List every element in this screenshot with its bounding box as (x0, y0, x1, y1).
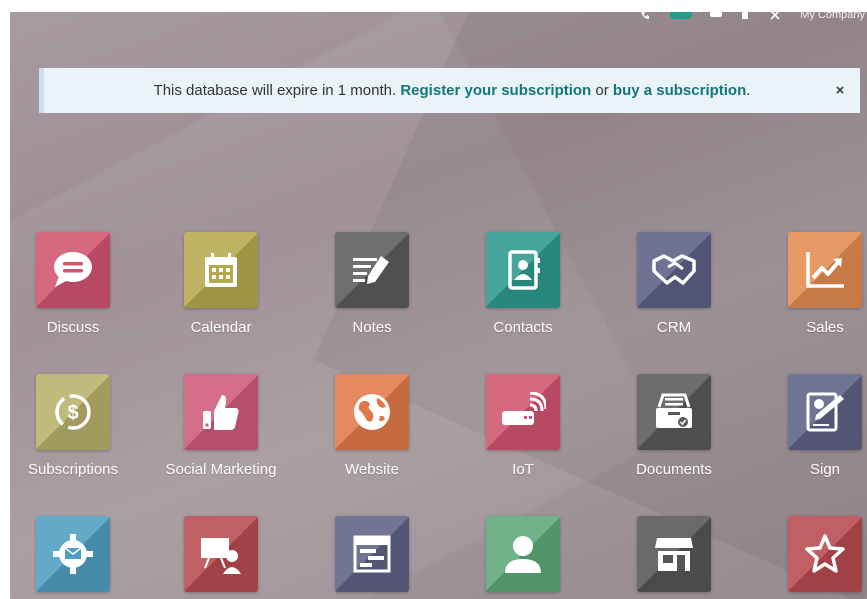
presentation-icon (201, 538, 241, 574)
app-tile[interactable] (36, 516, 110, 592)
iot-device-icon (502, 392, 546, 425)
app-calendar[interactable]: Calendar (151, 232, 291, 336)
handshake-icon (652, 254, 696, 285)
app-label: Social Marketing (165, 461, 277, 478)
close-banner-button[interactable]: × (820, 82, 860, 99)
app-tile[interactable] (788, 374, 862, 450)
expiration-banner: This database will expire in 1 month. Re… (39, 68, 860, 113)
app-label: Sales (806, 319, 844, 336)
app-appraisals[interactable] (755, 516, 867, 592)
clock-icon[interactable] (740, 12, 752, 20)
spreadsheet-icon (353, 535, 391, 573)
dollar-cycle-icon: $ (55, 394, 91, 430)
app-tile[interactable] (36, 232, 110, 308)
svg-text:$: $ (67, 402, 78, 424)
expiration-text: This database will expire in 1 month. (153, 82, 401, 99)
file-drawer-icon (656, 393, 692, 428)
app-label: Website (345, 461, 399, 478)
app-label: Notes (352, 319, 392, 336)
app-sign[interactable]: Sign (755, 374, 867, 478)
app-tile[interactable] (184, 374, 258, 450)
app-tile[interactable] (335, 232, 409, 308)
app-email-marketing[interactable] (10, 516, 143, 592)
app-sales[interactable]: Sales (755, 232, 867, 336)
app-documents[interactable]: Documents (604, 374, 744, 478)
app-label: Subscriptions (27, 461, 119, 478)
trend-chart-icon (806, 252, 844, 288)
app-tile[interactable] (788, 516, 862, 592)
globe-icon (354, 394, 390, 430)
app-tile[interactable] (335, 374, 409, 450)
app-tile[interactable] (486, 374, 560, 450)
app-discuss[interactable]: Discuss (10, 232, 143, 336)
app-crm[interactable]: CRM (604, 232, 744, 336)
chat-bubble-icon (54, 252, 92, 287)
app-label: Contacts (493, 319, 553, 336)
app-tile[interactable] (486, 516, 560, 592)
app-tile[interactable] (637, 374, 711, 450)
buy-subscription-link[interactable]: buy a subscription (613, 82, 746, 99)
app-contacts[interactable]: Contacts (453, 232, 593, 336)
app-label: Discuss (46, 319, 100, 336)
notes-icon (353, 256, 389, 284)
app-employees[interactable] (453, 516, 593, 592)
calendar-icon (205, 253, 237, 287)
shop-icon (655, 538, 693, 571)
star-icon (805, 534, 845, 573)
expiration-text-or: or (591, 82, 613, 99)
app-tile[interactable] (184, 516, 258, 592)
app-point-of-sale[interactable] (604, 516, 744, 592)
app-label: Calendar (190, 319, 252, 336)
app-label: Documents (636, 461, 712, 478)
app-label: Sign (809, 461, 841, 478)
user-icon (505, 536, 541, 573)
home-menu-background: My Company This database will expire in … (10, 12, 867, 599)
app-planning[interactable] (302, 516, 442, 592)
app-label: IoT (512, 461, 534, 478)
app-tile[interactable] (788, 232, 862, 308)
expiration-message: This database will expire in 1 month. Re… (44, 82, 820, 99)
app-subscriptions[interactable]: $ Subscriptions (10, 374, 143, 478)
thumbs-up-icon (203, 395, 239, 430)
expiration-text-end: . (746, 82, 751, 99)
close-tools-icon[interactable] (770, 12, 782, 20)
app-tile[interactable] (486, 232, 560, 308)
app-website[interactable]: Website (302, 374, 442, 478)
app-label: CRM (656, 319, 692, 336)
app-tile[interactable] (637, 516, 711, 592)
gear-mail-icon (53, 534, 93, 574)
systray: My Company (640, 12, 867, 22)
address-book-icon (508, 250, 540, 290)
app-notes[interactable]: Notes (302, 232, 442, 336)
company-switcher[interactable]: My Company (800, 12, 867, 21)
app-social-marketing[interactable]: Social Marketing (151, 374, 291, 478)
app-tile[interactable] (637, 232, 711, 308)
sign-document-icon (806, 392, 844, 432)
app-elearning[interactable] (151, 516, 291, 592)
register-subscription-link[interactable]: Register your subscription (400, 82, 591, 99)
app-tile[interactable] (184, 232, 258, 308)
app-tile[interactable]: $ (36, 374, 110, 450)
app-iot[interactable]: IoT (453, 374, 593, 478)
phone-icon[interactable] (640, 12, 652, 20)
chat-icon[interactable] (710, 12, 723, 20)
app-tile[interactable] (335, 516, 409, 592)
activity-toggle-icon[interactable] (670, 12, 693, 19)
